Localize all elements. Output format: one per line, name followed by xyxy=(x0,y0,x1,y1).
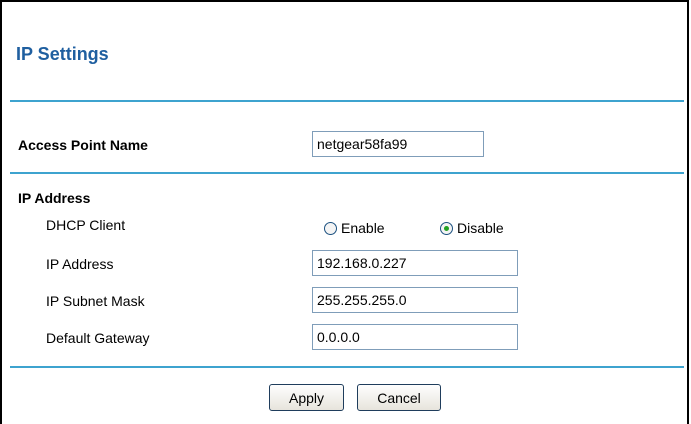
divider-top xyxy=(10,100,684,102)
divider-middle xyxy=(10,172,684,174)
radio-selected-dot xyxy=(444,225,449,231)
dhcp-enable-option[interactable]: Enable xyxy=(324,220,385,236)
dhcp-disable-radio[interactable] xyxy=(440,221,453,235)
default-gateway-input[interactable] xyxy=(312,324,518,350)
access-point-name-label: Access Point Name xyxy=(18,137,148,153)
default-gateway-label: Default Gateway xyxy=(46,330,150,346)
dhcp-enable-radio[interactable] xyxy=(324,221,337,235)
access-point-name-input[interactable] xyxy=(312,131,484,157)
subnet-mask-input[interactable] xyxy=(312,287,518,313)
dhcp-client-label: DHCP Client xyxy=(46,217,126,233)
ip-address-input[interactable] xyxy=(312,250,518,276)
ip-address-section-heading: IP Address xyxy=(18,190,91,206)
apply-button[interactable]: Apply xyxy=(269,384,344,411)
page-title: IP Settings xyxy=(16,44,109,64)
dhcp-disable-option[interactable]: Disable xyxy=(440,220,504,236)
subnet-mask-label: IP Subnet Mask xyxy=(46,293,145,309)
dhcp-enable-label: Enable xyxy=(341,220,385,236)
cancel-button[interactable]: Cancel xyxy=(357,384,441,411)
divider-bottom xyxy=(10,366,684,368)
ip-address-label: IP Address xyxy=(46,256,114,272)
dhcp-disable-label: Disable xyxy=(457,220,504,236)
